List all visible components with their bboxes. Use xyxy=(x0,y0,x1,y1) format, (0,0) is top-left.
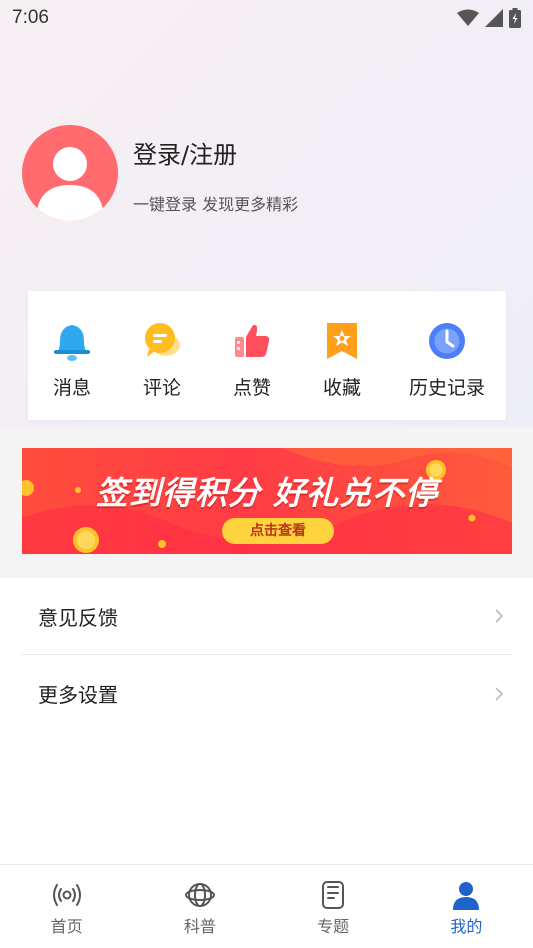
wifi-icon xyxy=(457,9,479,26)
quick-action-messages[interactable]: 消息 xyxy=(27,319,117,399)
profile-section: 登录/注册 一键登录 发现更多精彩 xyxy=(22,125,502,225)
quick-action-label: 历史记录 xyxy=(408,377,485,399)
default-avatar-icon xyxy=(36,147,104,221)
quick-action-label: 消息 xyxy=(52,377,91,399)
tab-home[interactable]: 首页 xyxy=(0,865,133,948)
quick-action-label: 收藏 xyxy=(322,377,361,399)
settings-list: 意见反馈 更多设置 xyxy=(22,578,512,732)
login-register-link[interactable]: 登录/注册 xyxy=(133,135,237,170)
quick-action-likes[interactable]: 点赞 xyxy=(207,319,297,399)
quick-action-label: 点赞 xyxy=(232,377,271,399)
bottom-tab-bar: 首页 科普 专题 我的 xyxy=(0,864,533,948)
chevron-right-icon xyxy=(495,686,504,701)
quick-action-favorites[interactable]: 收藏 xyxy=(297,319,387,399)
chevron-right-icon xyxy=(495,609,504,623)
document-icon xyxy=(322,881,345,909)
clock-icon xyxy=(429,323,465,359)
user-icon xyxy=(453,882,480,910)
globe-icon xyxy=(184,883,215,907)
status-icons xyxy=(457,8,521,28)
checkin-banner[interactable]: 签到得积分 好礼兑不停 点击查看 xyxy=(22,448,512,554)
quick-action-label: 评论 xyxy=(142,377,181,399)
signal-icon xyxy=(485,9,503,27)
tab-label: 我的 xyxy=(450,917,483,936)
radio-icon xyxy=(52,884,81,906)
avatar[interactable] xyxy=(22,125,118,221)
status-bar: 7:06 xyxy=(0,0,533,36)
tab-label: 首页 xyxy=(50,917,83,936)
bell-icon xyxy=(54,325,90,361)
settings-item-label: 更多设置 xyxy=(38,683,118,707)
banner-title: 签到得积分 好礼兑不停 xyxy=(95,474,439,512)
login-subtitle: 一键登录 发现更多精彩 xyxy=(133,195,299,214)
thumbs-up-icon xyxy=(235,324,270,357)
settings-item-label: 意见反馈 xyxy=(38,605,118,630)
comment-icon xyxy=(145,323,180,357)
status-time: 7:06 xyxy=(12,7,49,28)
tab-science[interactable]: 科普 xyxy=(133,865,266,948)
quick-actions-card: 消息 评论 点赞 收藏 历史记录 xyxy=(28,291,506,420)
tab-topics[interactable]: 专题 xyxy=(267,865,400,948)
settings-item-feedback[interactable]: 意见反馈 xyxy=(22,578,512,655)
quick-action-comments[interactable]: 评论 xyxy=(117,319,207,399)
settings-item-more[interactable]: 更多设置 xyxy=(22,655,512,732)
tab-mine[interactable]: 我的 xyxy=(400,865,533,948)
tab-label: 专题 xyxy=(317,917,350,936)
banner-view-button[interactable]: 点击查看 xyxy=(222,518,334,544)
tab-label: 科普 xyxy=(183,917,216,936)
battery-icon xyxy=(509,8,521,28)
favorite-icon xyxy=(327,323,357,359)
quick-action-history[interactable]: 历史记录 xyxy=(402,319,492,399)
